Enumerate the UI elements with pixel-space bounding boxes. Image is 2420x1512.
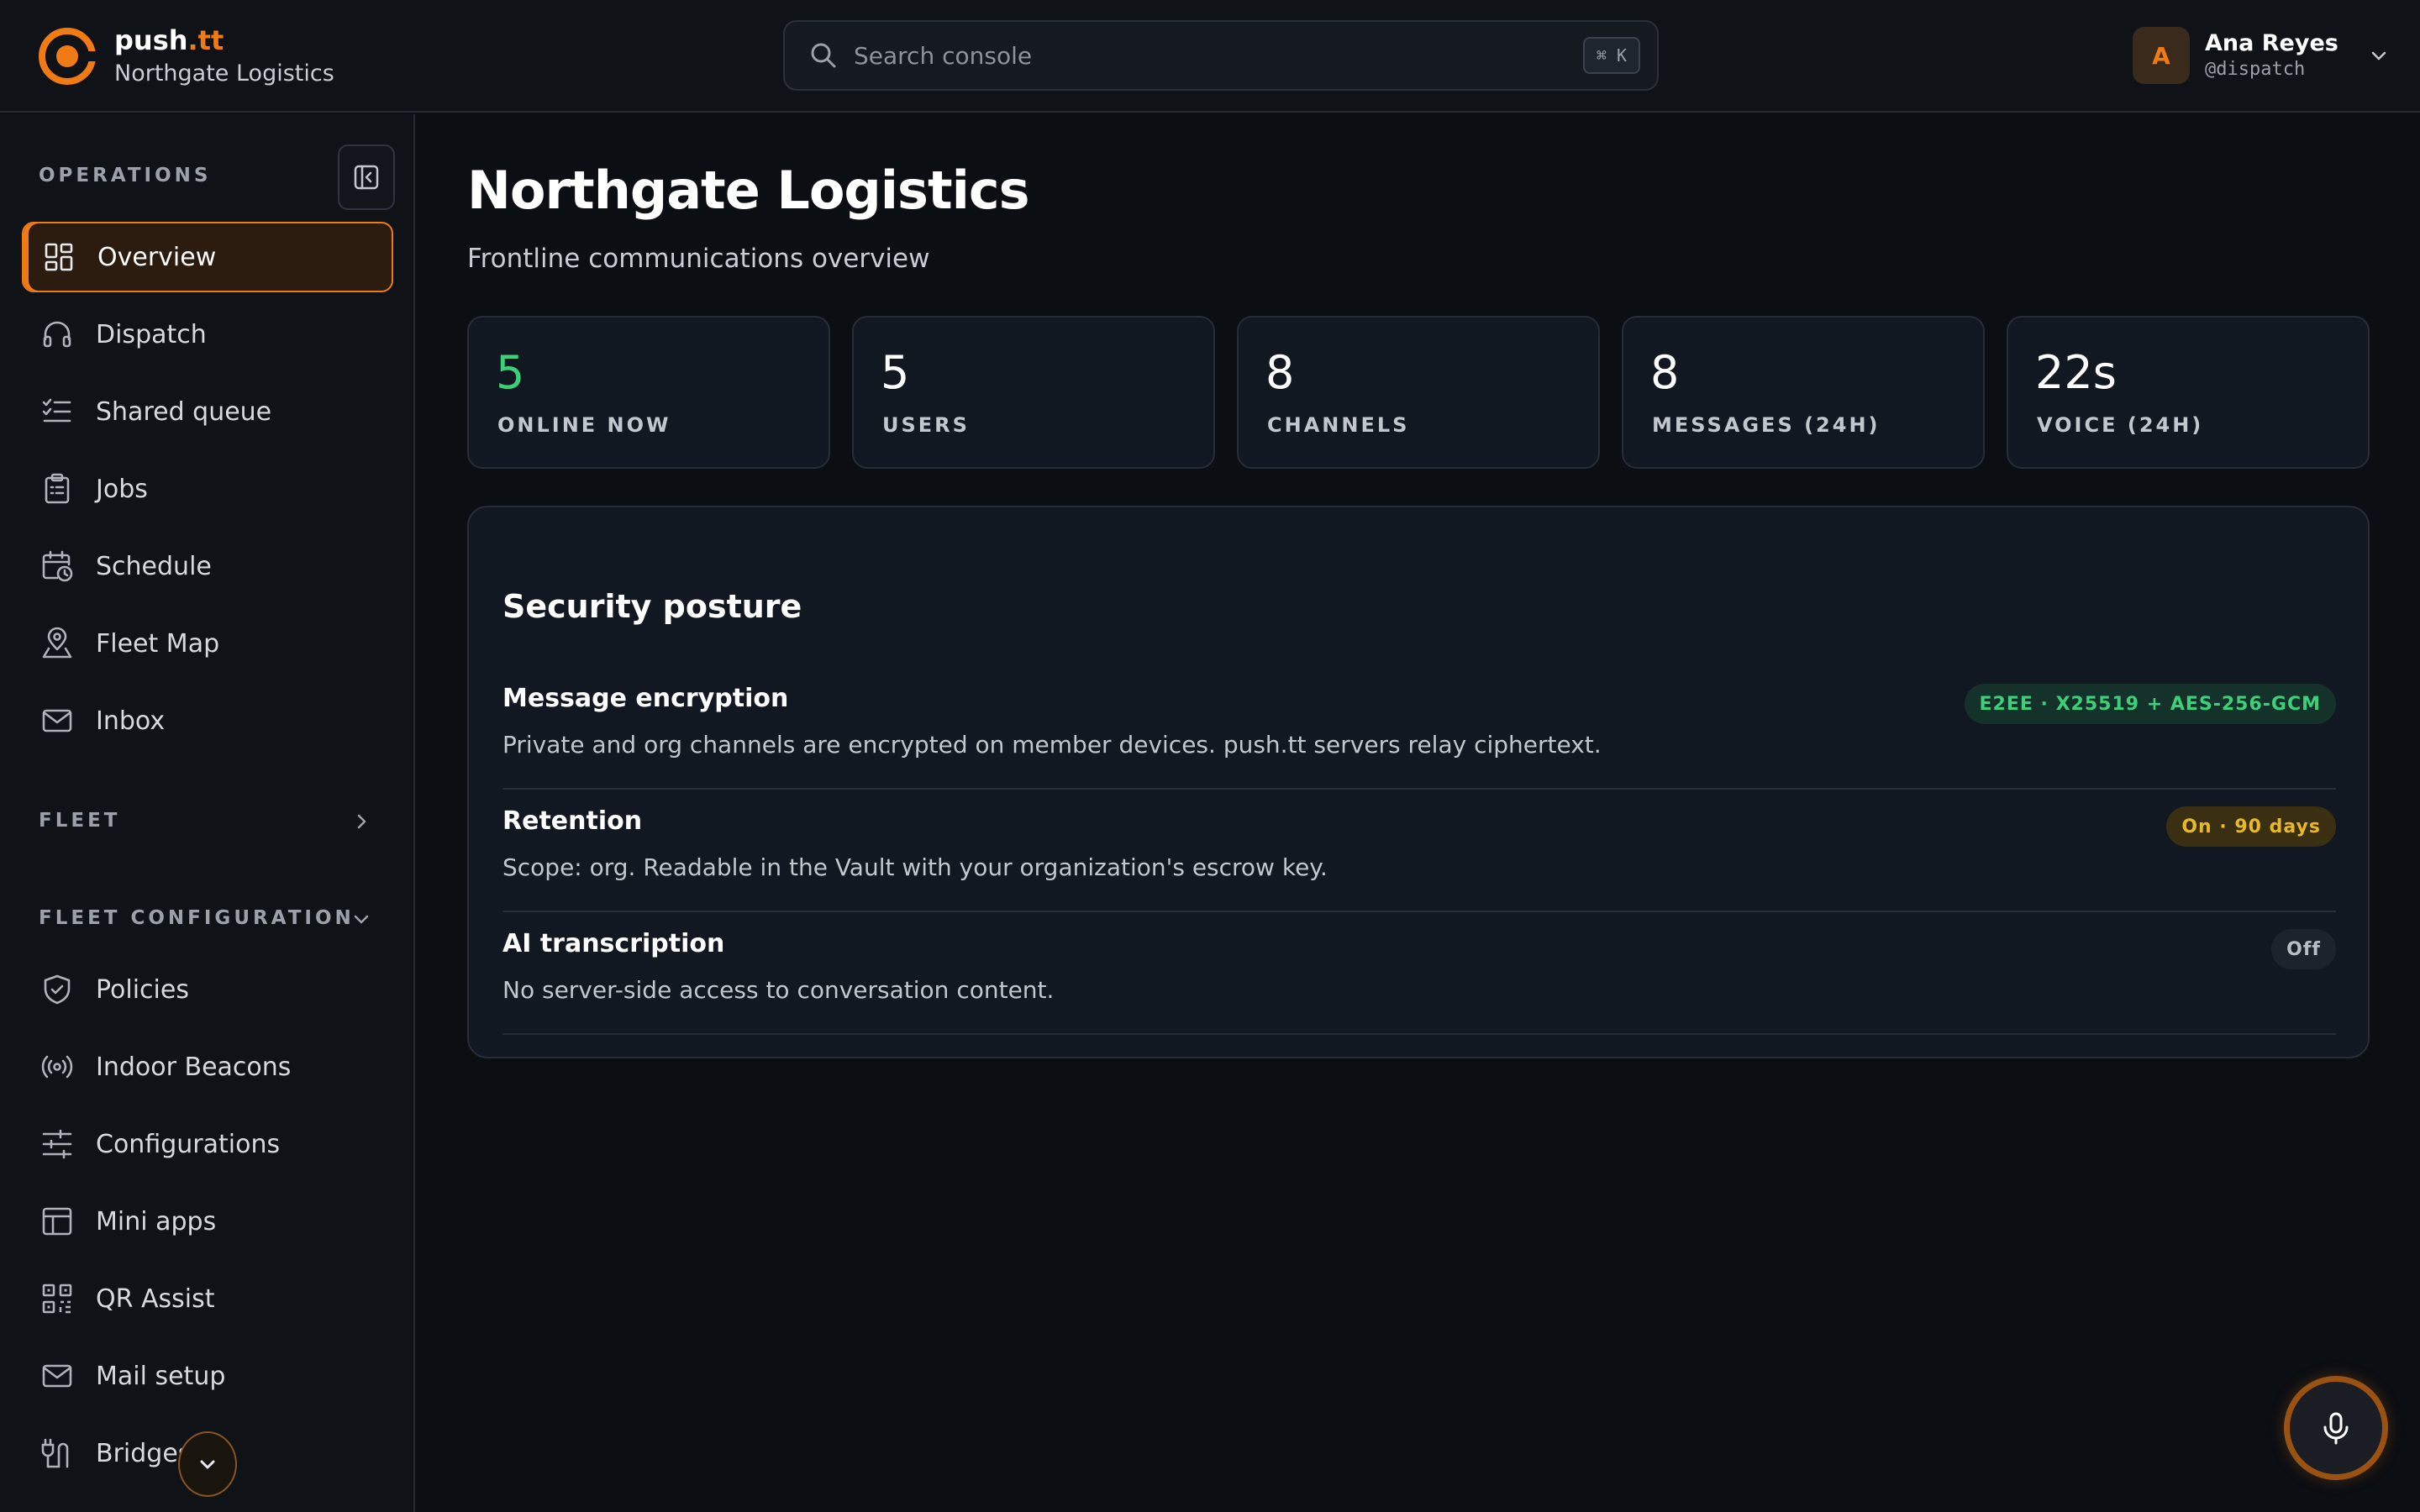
sidebar-item-label: Jobs [96,474,148,504]
row-title: AI transcription [502,929,725,958]
microphone-icon [2323,1412,2349,1445]
page-title: Northgate Logistics [467,160,1030,221]
brand-org: Northgate Logistics [114,60,334,87]
sidebar-item-dispatch[interactable]: Dispatch [22,299,393,370]
sidebar-item-shared-queue[interactable]: Shared queue [22,376,393,447]
sidebar-item-label: Mail setup [96,1361,226,1391]
grid-icon [45,243,73,271]
search-box[interactable]: ⌘ K [783,20,1659,91]
top-bar: push.tt Northgate Logistics ⌘ K A Ana Re… [0,0,2420,113]
stat-caption: CHANNELS [1267,413,1410,437]
chevron-down-icon [200,1460,215,1469]
status-badge: E2EE · X25519 + AES-256-GCM [1964,684,2336,724]
stat-value: 8 [1265,346,1295,399]
security-row-retention: Retention Scope: org. Readable in the Va… [502,790,2336,912]
sidebar-item-qr-assist[interactable]: QR Assist [22,1263,393,1334]
shield-check-icon [44,974,71,1005]
stat-card-messages: 8 MESSAGES (24H) [1622,316,1985,469]
sidebar-item-policies[interactable]: Policies [22,954,393,1025]
sidebar: OPERATIONS Overview Dispatch Shared queu… [0,114,415,1512]
sidebar-item-fleet-map[interactable]: Fleet Map [22,608,393,679]
sidebar-item-label: Configurations [96,1129,281,1159]
stat-card-channels: 8 CHANNELS [1237,316,1600,469]
shortcut-hint: ⌘ K [1582,37,1640,74]
stat-card-voice: 22s VOICE (24H) [2007,316,2370,469]
voice-mic-button[interactable] [2284,1376,2388,1480]
qr-code-icon [42,1284,72,1314]
main-content: Northgate Logistics Frontline communicat… [417,114,2420,1512]
brand[interactable]: push.tt Northgate Logistics [37,24,334,89]
page-subtitle: Frontline communications overview [467,244,930,274]
brand-name: push.tt [114,24,224,56]
sidebar-item-jobs[interactable]: Jobs [22,454,393,524]
avatar: A [2133,27,2190,84]
security-row-encryption: Message encryption Private and org chann… [502,667,2336,790]
sidebar-item-label: Schedule [96,551,212,581]
sidebar-item-label: Fleet Map [96,628,220,659]
chevron-down-icon [2371,51,2386,60]
section-label-fleet[interactable]: FLEET [39,810,120,832]
chevron-down-icon[interactable] [350,907,373,931]
row-description: Private and org channels are encrypted o… [502,731,1602,759]
collapse-sidebar-button[interactable] [338,144,395,210]
row-description: Scope: org. Readable in the Vault with y… [502,853,1328,881]
logo-icon [39,28,97,85]
stat-caption: ONLINE NOW [497,413,671,437]
mail-icon [42,709,72,732]
stat-caption: USERS [882,413,970,437]
security-row-ai-transcription: AI transcription No server-side access t… [502,912,2336,1035]
status-badge: Off [2271,929,2336,969]
layout-icon [42,1207,72,1236]
sidebar-item-inbox[interactable]: Inbox [22,685,393,756]
sidebar-item-configurations[interactable]: Configurations [22,1109,393,1179]
scroll-down-button[interactable] [178,1431,237,1497]
stat-value: 5 [881,346,910,399]
mail-icon [42,1364,72,1388]
sidebar-item-mini-apps[interactable]: Mini apps [22,1186,393,1257]
stat-card-online-now: 5 ONLINE NOW [467,316,830,469]
clipboard-icon [45,473,70,504]
stat-caption: VOICE (24H) [2037,413,2204,437]
sidebar-item-label: QR Assist [96,1284,215,1314]
section-label-operations: OPERATIONS [39,165,212,186]
search-icon [811,43,836,68]
broadcast-icon [41,1055,73,1079]
stat-value: 22s [2035,346,2117,399]
sidebar-item-label: Policies [96,974,189,1005]
sidebar-item-label: Shared queue [96,396,272,427]
status-badge: On · 90 days [2166,806,2336,847]
sidebar-item-schedule[interactable]: Schedule [22,531,393,601]
stat-caption: MESSAGES (24H) [1652,413,1881,437]
section-label-fleet-configuration[interactable]: FLEET CONFIGURATION [39,907,355,929]
chevron-right-icon[interactable] [350,810,373,833]
sidebar-item-indoor-beacons[interactable]: Indoor Beacons [22,1032,393,1102]
plug-icon [41,1438,69,1468]
user-name: Ana Reyes [2205,30,2338,56]
stat-value: 8 [1650,346,1680,399]
user-handle: @dispatch [2205,59,2306,80]
row-description: No server-side access to conversation co… [502,976,1055,1004]
sidebar-item-label: Dispatch [96,319,207,349]
sliders-icon [42,1129,72,1159]
row-title: Message encryption [502,684,789,713]
row-title: Retention [502,806,643,836]
security-posture-card: Security posture Message encryption Priv… [467,506,2370,1058]
card-title: Security posture [502,588,802,625]
calendar-clock-icon [42,550,73,582]
sidebar-item-label: Mini apps [96,1206,217,1236]
search-input[interactable] [854,41,1543,70]
stat-card-users: 5 USERS [852,316,1215,469]
headset-icon [43,321,71,348]
sidebar-collapse-icon [354,165,379,190]
sidebar-item-label: Indoor Beacons [96,1052,292,1082]
stat-value: 5 [496,346,525,399]
sidebar-item-label: Inbox [96,706,166,736]
user-menu[interactable]: A Ana Reyes @dispatch [2133,27,2391,84]
sidebar-item-label: Overview [97,242,217,272]
map-pin-person-icon [42,627,72,659]
sidebar-item-mail-setup[interactable]: Mail setup [22,1341,393,1411]
sidebar-item-label: Bridges [96,1438,192,1468]
sidebar-item-overview[interactable]: Overview [22,222,393,292]
checklist-icon [42,398,71,423]
